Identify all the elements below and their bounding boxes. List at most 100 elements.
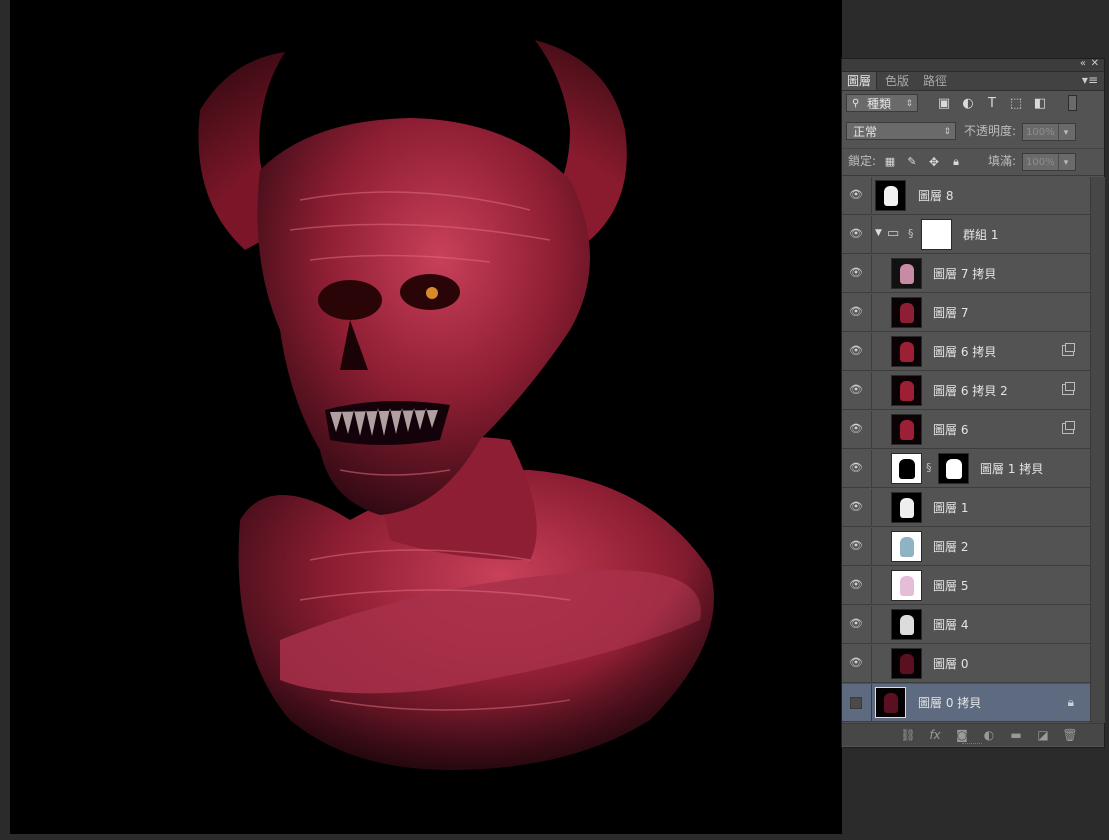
- fill-label: 填滿:: [988, 154, 1017, 168]
- eye-icon[interactable]: 👁︎: [848, 422, 864, 436]
- filter-row: ⚲ 種類 ⇕ ▣ ◐ T ⬚ ◧: [842, 92, 1104, 116]
- layer-row[interactable]: 👁︎ 圖層 5: [842, 567, 1090, 605]
- layer-name[interactable]: 圖層 4: [933, 606, 968, 644]
- layer-thumbnail: [891, 258, 922, 289]
- layer-name[interactable]: 圖層 6 拷貝 2: [933, 372, 1008, 410]
- chevron-down-icon[interactable]: ▾: [1058, 154, 1073, 172]
- adjustment-filter-icon[interactable]: ◐: [960, 96, 976, 112]
- layer-name[interactable]: 圖層 7 拷貝: [933, 255, 996, 293]
- layer-name[interactable]: 圖層 1 拷貝: [980, 450, 1043, 488]
- eye-icon[interactable]: 👁︎: [848, 227, 864, 241]
- link-layers-icon[interactable]: ⛓︎: [900, 727, 916, 743]
- smart-object-filter-icon[interactable]: ◧: [1032, 96, 1048, 112]
- panel-menu-icon[interactable]: ▾≡: [1082, 73, 1098, 87]
- layer-row[interactable]: 👁︎ 圖層 2: [842, 528, 1090, 566]
- layer-row[interactable]: 👁︎ 圖層 6 拷貝 2: [842, 372, 1090, 410]
- shape-filter-icon[interactable]: ⬚: [1008, 96, 1024, 112]
- eye-icon[interactable]: 👁︎: [848, 305, 864, 319]
- layer-thumbnail: [891, 375, 922, 406]
- eye-icon[interactable]: 👁︎: [848, 617, 864, 631]
- eye-icon[interactable]: 👁︎: [848, 656, 864, 670]
- divider: [871, 645, 872, 683]
- new-layer-icon[interactable]: ◪: [1035, 727, 1051, 743]
- tab-layers[interactable]: 圖層: [842, 72, 878, 90]
- layer-thumbnail: [891, 648, 922, 679]
- layer-thumbnail: [891, 570, 922, 601]
- layer-list-scrollbar[interactable]: [1090, 177, 1105, 723]
- filter-kind-label: 種類: [867, 97, 892, 111]
- divider: [871, 489, 872, 527]
- layer-row[interactable]: 👁︎ 圖層 4: [842, 606, 1090, 644]
- layer-name[interactable]: 圖層 5: [933, 567, 968, 605]
- lock-transparent-icon[interactable]: ▦: [882, 154, 898, 170]
- eye-icon[interactable]: 👁︎: [848, 500, 864, 514]
- trash-icon[interactable]: 🗑︎: [1062, 727, 1078, 743]
- layer-row[interactable]: 👁︎ 圖層 1: [842, 489, 1090, 527]
- chevron-down-icon[interactable]: ▾: [1058, 124, 1073, 142]
- fill-field[interactable]: 100% ▾: [1022, 153, 1076, 172]
- layer-name[interactable]: 圖層 6: [933, 411, 968, 449]
- layer-row[interactable]: 👁︎ 圖層 0: [842, 645, 1090, 683]
- layer-row[interactable]: 👁︎ 圖層 7 拷貝: [842, 255, 1090, 293]
- filter-kind-dropdown[interactable]: ⚲ 種類 ⇕: [846, 94, 918, 112]
- filter-toggle-icon[interactable]: [1068, 95, 1077, 111]
- layer-name[interactable]: 圖層 0: [933, 645, 968, 683]
- eye-icon[interactable]: 👁︎: [848, 461, 864, 475]
- layer-name[interactable]: 圖層 0 拷貝: [918, 684, 981, 722]
- layer-name[interactable]: 圖層 7: [933, 294, 968, 332]
- fx-icon[interactable]: fx: [927, 727, 943, 743]
- type-filter-icon[interactable]: T: [984, 96, 1000, 112]
- tab-paths[interactable]: 路徑: [918, 72, 952, 90]
- layer-name[interactable]: 圖層 6 拷貝: [933, 333, 996, 371]
- eye-icon[interactable]: 👁︎: [848, 578, 864, 592]
- double-chevron-left-icon[interactable]: «: [1080, 58, 1086, 69]
- document-canvas[interactable]: [10, 0, 842, 834]
- lock-move-icon[interactable]: ✥: [926, 154, 942, 170]
- demon-artwork: [10, 0, 842, 834]
- eye-icon[interactable]: 👁︎: [848, 266, 864, 280]
- layer-row[interactable]: 👁︎ § 圖層 1 拷貝: [842, 450, 1090, 488]
- layer-thumbnail: [891, 531, 922, 562]
- add-mask-icon[interactable]: ◙: [954, 727, 970, 743]
- chain-link-icon[interactable]: §: [926, 461, 932, 474]
- lock-icon: 🔒︎: [1067, 695, 1074, 709]
- layer-row[interactable]: 👁︎ 圖層 8: [842, 177, 1090, 215]
- visibility-toggle[interactable]: [850, 697, 862, 709]
- chain-link-icon[interactable]: §: [908, 227, 914, 240]
- layer-name[interactable]: 圖層 1: [933, 489, 968, 527]
- eye-icon[interactable]: 👁︎: [848, 383, 864, 397]
- divider: [871, 255, 872, 293]
- layer-row[interactable]: 👁︎ 圖層 6: [842, 411, 1090, 449]
- group-row[interactable]: 👁︎ ▼ ▭ § 群組 1: [842, 216, 1090, 254]
- resize-grip[interactable]: [962, 743, 982, 746]
- expand-triangle-icon[interactable]: ▼: [875, 228, 882, 238]
- tab-channels[interactable]: 色版: [880, 72, 914, 90]
- layer-thumbnail: [891, 453, 922, 484]
- lock-paint-icon[interactable]: ✎: [904, 154, 920, 170]
- eye-icon[interactable]: 👁︎: [848, 344, 864, 358]
- adjustment-layer-icon[interactable]: ◐: [981, 727, 997, 743]
- panel-title-bar: « ✕: [842, 58, 1104, 72]
- new-group-icon[interactable]: ▬: [1008, 727, 1024, 743]
- eye-icon[interactable]: 👁︎: [848, 188, 864, 202]
- layer-thumbnail: [875, 687, 906, 718]
- layer-name[interactable]: 圖層 8: [918, 177, 953, 215]
- lock-all-icon[interactable]: 🔒︎: [948, 154, 964, 170]
- close-icon[interactable]: ✕: [1091, 58, 1099, 69]
- panel-tabs: 圖層 色版 路徑 ▾≡: [842, 72, 1104, 91]
- eye-icon[interactable]: 👁︎: [848, 539, 864, 553]
- layer-row[interactable]: 👁︎ 圖層 7: [842, 294, 1090, 332]
- divider: [871, 411, 872, 449]
- layer-row-selected[interactable]: 圖層 0 拷貝 🔒︎: [842, 684, 1090, 722]
- blend-mode-dropdown[interactable]: 正常 ⇕: [846, 122, 956, 140]
- fill-value: 100%: [1026, 157, 1055, 168]
- divider: [871, 567, 872, 605]
- layer-row[interactable]: 👁︎ 圖層 6 拷貝: [842, 333, 1090, 371]
- layer-name[interactable]: 圖層 2: [933, 528, 968, 566]
- blend-mode-value: 正常: [853, 125, 878, 139]
- image-filter-icon[interactable]: ▣: [936, 96, 952, 112]
- divider: [871, 450, 872, 488]
- opacity-field[interactable]: 100% ▾: [1022, 123, 1076, 142]
- layer-list: 👁︎ 圖層 8 👁︎ ▼ ▭ § 群組 1 👁︎ 圖層 7 拷貝 👁︎ 圖層 7…: [842, 177, 1090, 723]
- layer-name[interactable]: 群組 1: [963, 216, 998, 254]
